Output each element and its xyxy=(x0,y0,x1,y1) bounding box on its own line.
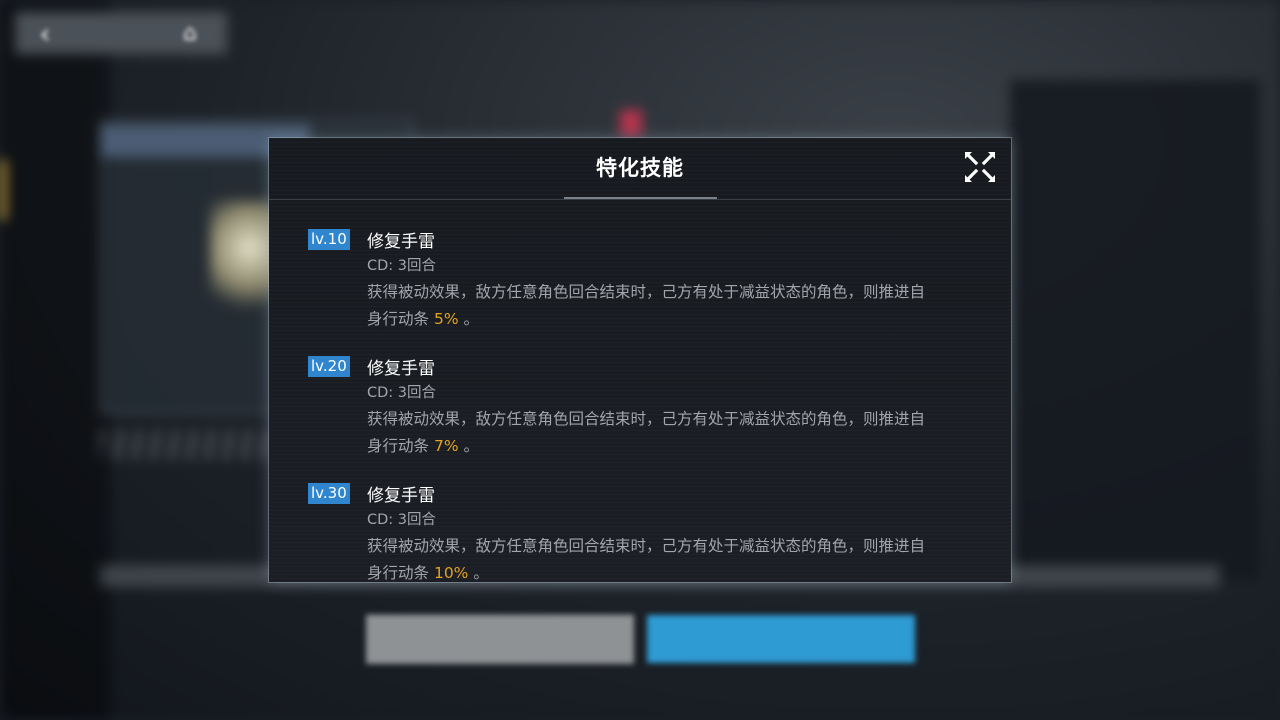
dialog-header: 特化技能 xyxy=(269,138,1011,200)
description-text: 身行动条 xyxy=(367,437,430,455)
skill-cooldown: CD: 3回合 xyxy=(367,385,437,401)
title-underline xyxy=(564,197,717,199)
skill-description-line: 身行动条 10% 。 xyxy=(367,560,987,582)
background-left-shade xyxy=(0,0,110,720)
level-badge: lv.20 xyxy=(308,356,350,377)
description-text: 身行动条 xyxy=(367,564,430,582)
cancel-button[interactable] xyxy=(366,615,634,664)
skill-description: 获得被动效果，敌方任意角色回合结束时，己方有处于减益状态的角色，则推进自 身行动… xyxy=(367,279,987,333)
skill-description-line: 身行动条 5% 。 xyxy=(367,306,987,333)
skill-description: 获得被动效果，敌方任意角色回合结束时，己方有处于减益状态的角色，则推进自 身行动… xyxy=(367,533,987,582)
dialog-title: 特化技能 xyxy=(596,156,684,180)
level-badge: lv.10 xyxy=(308,229,350,250)
home-icon: ⌂ xyxy=(183,20,197,46)
skill-description-line: 获得被动效果，敌方任意角色回合结束时，己方有处于减益状态的角色，则推进自 xyxy=(367,410,926,428)
home-button[interactable]: ⌂ xyxy=(160,12,220,54)
description-period: 。 xyxy=(463,310,479,328)
description-period: 。 xyxy=(463,437,479,455)
skill-description-line: 获得被动效果，敌方任意角色回合结束时，己方有处于减益状态的角色，则推进自 xyxy=(367,537,926,555)
back-button[interactable]: ‹ xyxy=(15,12,75,54)
description-period: 。 xyxy=(473,564,489,582)
skill-name: 修复手雷 xyxy=(367,359,435,379)
confirm-button[interactable] xyxy=(647,615,915,663)
skill-level-list[interactable]: lv.10 修复手雷 CD: 3回合 获得被动效果，敌方任意角色回合结束时，己方… xyxy=(269,200,1011,582)
close-x-icon xyxy=(965,152,995,182)
skill-description-line: 身行动条 7% 。 xyxy=(367,433,987,460)
skill-name: 修复手雷 xyxy=(367,486,435,506)
percent-value: 10% xyxy=(433,564,469,582)
skill-description-line: 获得被动效果，敌方任意角色回合结束时，己方有处于减益状态的角色，则推进自 xyxy=(367,283,926,301)
background-red-marker xyxy=(620,110,642,136)
percent-value: 7% xyxy=(433,437,459,455)
skill-cooldown: CD: 3回合 xyxy=(367,258,437,274)
background-right-panel xyxy=(1010,80,1260,580)
special-skill-dialog: 特化技能 lv.10 修复手雷 CD: 3回合 获得被动效果，敌方任意角色回合结… xyxy=(269,138,1011,582)
percent-value: 5% xyxy=(433,310,459,328)
skill-cooldown: CD: 3回合 xyxy=(367,512,437,528)
chevron-left-icon: ‹ xyxy=(39,16,51,50)
game-screen: ‹ ⌂ 特化技能 lv.10 修复手雷 CD: 3回合 获得被动效果，敌方任意角… xyxy=(0,0,1280,720)
close-button[interactable] xyxy=(963,150,997,184)
skill-description: 获得被动效果，敌方任意角色回合结束时，己方有处于减益状态的角色，则推进自 身行动… xyxy=(367,406,987,460)
level-badge: lv.30 xyxy=(308,483,350,504)
background-accent-bar xyxy=(0,160,6,220)
description-text: 身行动条 xyxy=(367,310,430,328)
skill-name: 修复手雷 xyxy=(367,232,435,252)
